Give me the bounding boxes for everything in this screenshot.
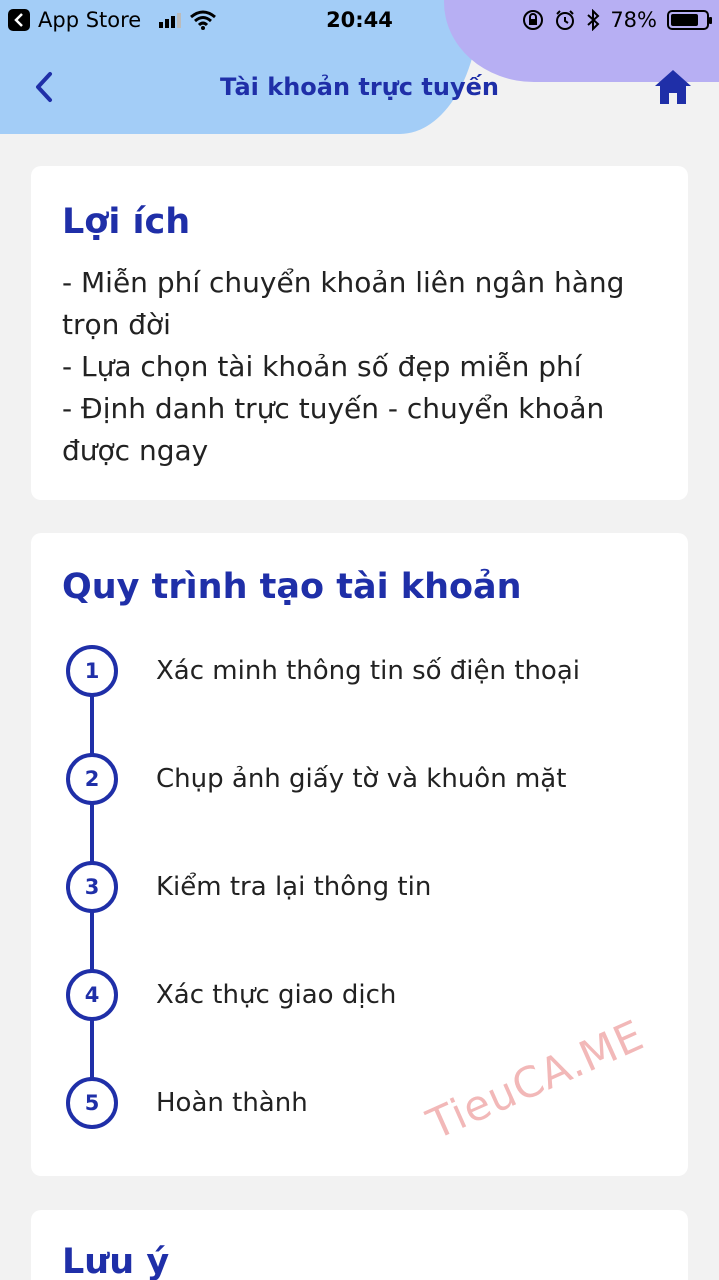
step-number-badge: 4: [66, 969, 118, 1021]
process-step: 3 Kiểm tra lại thông tin: [62, 859, 662, 915]
back-to-app-label[interactable]: App Store: [38, 8, 141, 32]
step-label: Xác thực giao dịch: [156, 980, 397, 1010]
step-label: Hoàn thành: [156, 1088, 308, 1118]
rotation-lock-icon: [523, 10, 544, 30]
step-label: Kiểm tra lại thông tin: [156, 872, 432, 902]
home-icon[interactable]: [653, 68, 693, 106]
process-step: 4 Xác thực giao dịch: [62, 967, 662, 1023]
alarm-icon: [556, 10, 575, 30]
benefits-title: Lợi ích: [62, 202, 191, 242]
battery-percent: 78%: [610, 8, 657, 32]
benefit-item: - Định danh trực tuyến - chuyển khoản đư…: [62, 392, 605, 467]
navigation-bar: Tài khoản trực tuyến: [0, 50, 719, 124]
bluetooth-icon: [587, 9, 600, 31]
benefits-list: - Miễn phí chuyển khoản liên ngân hàng t…: [62, 262, 657, 472]
back-chevron-icon[interactable]: [30, 70, 60, 104]
battery-icon: [667, 10, 712, 30]
battery-level: [671, 14, 698, 26]
wifi-icon: [190, 10, 217, 30]
process-step: 2 Chụp ảnh giấy tờ và khuôn mặt: [62, 751, 662, 807]
step-label: Xác minh thông tin số điện thoại: [156, 656, 580, 686]
step-number-badge: 1: [66, 645, 118, 697]
process-step: 1 Xác minh thông tin số điện thoại: [62, 643, 662, 699]
notes-title: Lưu ý: [62, 1242, 170, 1280]
page-title: Tài khoản trực tuyến: [220, 73, 499, 101]
step-number-badge: 5: [66, 1077, 118, 1129]
notes-card: Lưu ý: [31, 1210, 688, 1280]
status-bar-right: 78%: [522, 8, 712, 32]
status-bar: App Store 20:44 78%: [0, 0, 719, 40]
signal-icon: [159, 12, 182, 28]
back-to-app-icon[interactable]: [8, 9, 30, 31]
process-title: Quy trình tạo tài khoản: [62, 567, 522, 607]
benefits-card: Lợi ích - Miễn phí chuyển khoản liên ngâ…: [31, 166, 688, 500]
benefit-item: - Lựa chọn tài khoản số đẹp miễn phí: [62, 350, 582, 383]
benefit-item: - Miễn phí chuyển khoản liên ngân hàng t…: [62, 266, 625, 341]
step-label: Chụp ảnh giấy tờ và khuôn mặt: [156, 764, 567, 794]
status-bar-left: App Store: [8, 8, 217, 32]
step-number-badge: 2: [66, 753, 118, 805]
step-number-badge: 3: [66, 861, 118, 913]
